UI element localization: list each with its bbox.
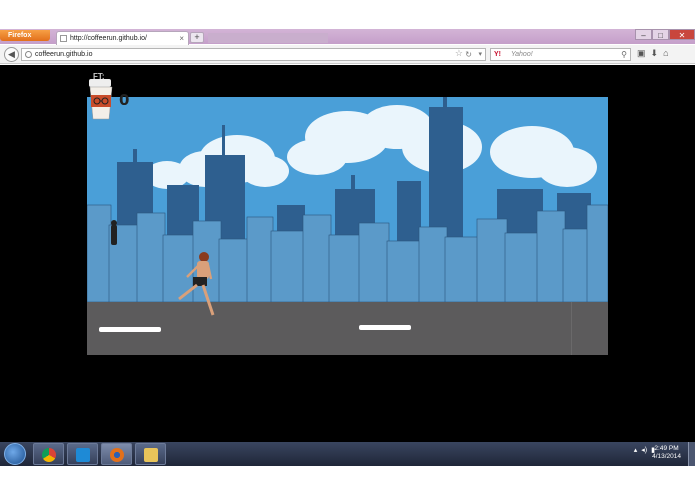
history-dropdown-icon[interactable]: ▾ [478,49,482,60]
taskbar-webstorm[interactable] [67,443,98,465]
start-button[interactable] [4,443,26,465]
game-scene [87,97,608,355]
lane-mark [99,327,161,332]
browser-tab[interactable]: http://coffeerun.github.io/ × [56,31,189,45]
background-window-title [208,33,328,43]
maximize-button[interactable]: □ [652,29,669,40]
navigation-bar: ◀ coffeerun.github.io ☆ ↻ ▾ Y! Yahoo! ⚲ … [0,45,695,64]
page-icon [60,35,67,42]
clock-time: 2:49 PM [654,445,679,452]
bookmarks-menu-icon[interactable]: ▣ [637,48,646,59]
back-button[interactable]: ◀ [4,47,19,62]
window-controls: – □ ✕ [635,29,695,42]
volume-icon[interactable]: ◂) [641,446,647,454]
firefox-menu-button[interactable]: Firefox [0,30,50,41]
road-seam [571,302,572,355]
clock[interactable]: 2:49 PM 4/13/2014 [652,445,681,461]
globe-icon [25,51,32,58]
bottom-margin [0,466,695,494]
search-placeholder: Yahoo! [511,51,533,58]
file-explorer-icon [144,448,158,462]
taskbar-file-explorer[interactable] [135,443,166,465]
taskbar-chrome[interactable] [33,443,64,465]
show-hidden-icons-icon[interactable]: ▴ [634,446,638,454]
toolbar-icons: ▣ ⬇ ⌂ [637,48,669,59]
webstorm-icon [76,448,90,462]
lane-mark [359,325,411,330]
screenshot: Firefox http://coffeerun.github.io/ × + … [0,0,695,494]
search-icon[interactable]: ⚲ [621,49,627,60]
chrome-icon [42,448,56,462]
minimize-button[interactable]: – [635,29,652,40]
coffee-cup-icon [89,79,113,120]
downloads-icon[interactable]: ⬇ [651,48,659,59]
reload-icon[interactable]: ↻ [465,49,472,60]
clock-date: 4/13/2014 [652,453,681,460]
tab-title: http://coffeerun.github.io/ [70,35,147,42]
obstacle-figure [111,220,117,245]
new-tab-button[interactable]: + [190,32,204,43]
taskbar-firefox[interactable] [101,443,132,465]
yahoo-icon: Y! [494,51,501,58]
search-bar[interactable]: Y! Yahoo! ⚲ [490,48,631,61]
show-desktop-button[interactable] [688,442,695,466]
url-text: coffeerun.github.io [35,51,93,58]
close-window-button[interactable]: ✕ [669,29,695,40]
road [87,302,608,355]
home-icon[interactable]: ⌂ [663,48,668,59]
web-page: FT: 0 [0,65,695,442]
close-tab-icon[interactable]: × [179,32,184,45]
bookmark-star-icon[interactable]: ☆ [455,48,463,59]
windows-taskbar: ▴ ◂) ▮ 2:49 PM 4/13/2014 [0,442,695,466]
game-canvas[interactable] [87,97,608,355]
score-value: 0 [119,91,130,109]
firefox-icon [110,448,124,462]
address-bar[interactable]: coffeerun.github.io ☆ ↻ ▾ [21,48,486,61]
